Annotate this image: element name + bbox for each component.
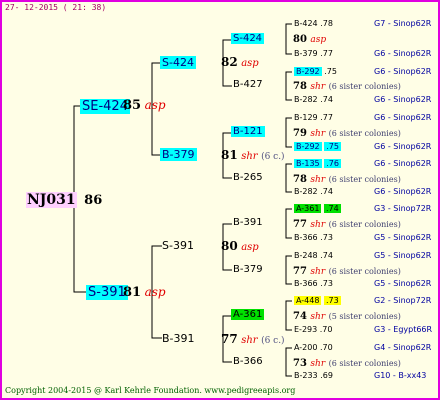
gen3-id[interactable]: A-361 [231, 309, 265, 320]
gen3-info: 73 shr (6 sister colonies) [293, 358, 401, 369]
footer-copyright: Copyright 2004-2015 @ Karl Kehrle Founda… [5, 386, 296, 395]
gen4-row[interactable]: B-292 .75 [294, 67, 337, 76]
gen2-id[interactable]: B-379 [160, 148, 197, 161]
gen4-row[interactable]: B-233 .69 [294, 371, 333, 380]
root-id: NJ031 [26, 192, 77, 208]
gen4-code: G3 - Egypt66R [374, 325, 433, 334]
gen4-row[interactable]: E-293 .70 [294, 325, 333, 334]
gen4-row[interactable]: B-366 .73 [294, 233, 333, 242]
gen4-row[interactable]: B-366 .73 [294, 279, 333, 288]
gen3-info: 77 shr (6 sister colonies) [293, 266, 401, 277]
gen4-row[interactable]: A-361 .74 [294, 204, 341, 213]
gen4-code: G10 - B-xx43 [374, 371, 427, 380]
gen3-info: 80 asp [293, 34, 327, 45]
gen1-bottom-info: 81 asp [123, 285, 166, 300]
gen4-row[interactable]: B-282 .74 [294, 95, 333, 104]
gen2-info: 81 shr (6 c.) [221, 148, 285, 162]
gen4-row[interactable]: B-292 .75 [294, 142, 341, 151]
gen4-code: G3 - Sinop72R [374, 204, 432, 213]
gen3-id[interactable]: B-121 [231, 126, 265, 137]
pedigree-frame: 27- 12-2015 ( 21: 38) NJ031 86 SE-424 85… [0, 0, 440, 400]
gen4-code: G5 - Sinop62R [374, 233, 432, 242]
gen4-code: G6 - Sinop62R [374, 187, 432, 196]
gen2-info: 80 asp [221, 239, 259, 253]
gen4-code: G6 - Sinop62R [374, 95, 432, 104]
gen4-row[interactable]: B-135 .76 [294, 159, 341, 168]
gen3-info: 74 shr (5 sister colonies) [293, 311, 401, 322]
gen4-code: G2 - Sinop72R [374, 296, 432, 305]
gen3-id[interactable]: B-366 [233, 356, 263, 367]
root-year: 86 [84, 193, 103, 208]
gen2-id[interactable]: S-391 [162, 239, 194, 252]
gen4-row[interactable]: A-200 .70 [294, 343, 333, 352]
gen4-row[interactable]: B-379 .77 [294, 49, 333, 58]
root-queen[interactable]: NJ031 86 [26, 192, 102, 208]
gen4-row[interactable]: B-282 .74 [294, 187, 333, 196]
gen4-row[interactable]: A-448 .73 [294, 296, 341, 305]
gen4-code: G6 - Sinop62R [374, 159, 432, 168]
gen4-row[interactable]: B-248 .74 [294, 251, 333, 260]
gen4-code: G7 - Sinop62R [374, 19, 432, 28]
gen4-code: G6 - Sinop62R [374, 67, 432, 76]
gen3-info: 77 shr (6 sister colonies) [293, 219, 401, 230]
gen3-info: 78 shr (6 sister colonies) [293, 81, 401, 92]
gen4-code: G5 - Sinop62R [374, 279, 432, 288]
gen4-code: G4 - Sinop62R [374, 343, 432, 352]
gen3-id[interactable]: S-424 [231, 33, 265, 44]
gen2-info: 82 asp [221, 55, 259, 69]
gen1-top-info: 85 asp [123, 98, 166, 113]
gen4-code: G5 - Sinop62R [374, 251, 432, 260]
gen3-id[interactable]: B-379 [233, 264, 263, 275]
gen3-id[interactable]: B-427 [233, 79, 263, 90]
gen4-code: G6 - Sinop62R [374, 142, 432, 151]
gen4-code: G6 - Sinop62R [374, 113, 432, 122]
gen4-row[interactable]: B-129 .77 [294, 113, 333, 122]
gen2-id[interactable]: B-391 [162, 332, 195, 345]
gen4-row[interactable]: B-424 .78 [294, 19, 333, 28]
gen3-info: 79 shr (6 sister colonies) [293, 128, 401, 139]
gen2-info: 77 shr (6 c.) [221, 332, 285, 346]
gen3-id[interactable]: B-391 [233, 217, 263, 228]
gen3-id[interactable]: B-265 [233, 172, 263, 183]
gen3-info: 78 shr (6 sister colonies) [293, 174, 401, 185]
gen2-id[interactable]: S-424 [160, 56, 196, 69]
gen4-code: G6 - Sinop62R [374, 49, 432, 58]
gen1-bottom-id[interactable]: S-391 [86, 285, 128, 300]
